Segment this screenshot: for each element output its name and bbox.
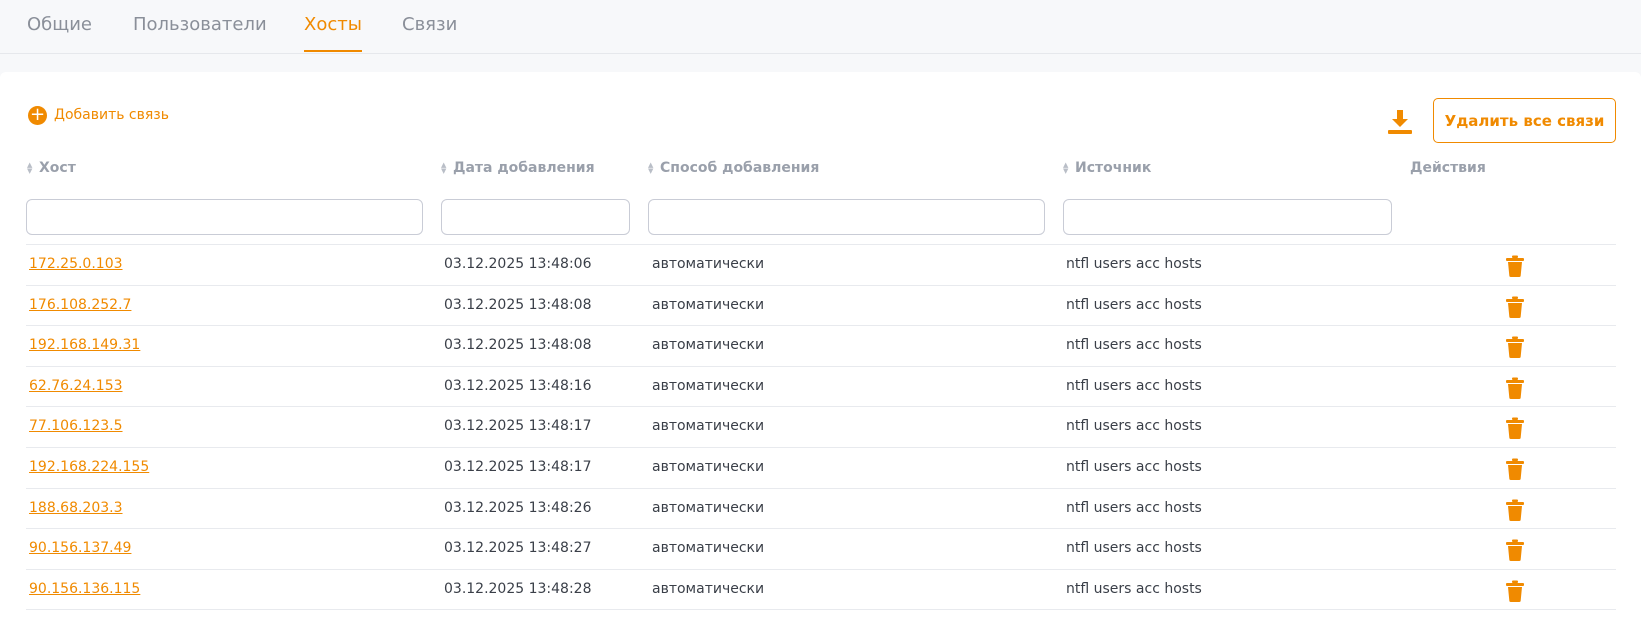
trash-icon[interactable] [1505,255,1525,277]
source-cell: ntfl users acc hosts [1066,499,1202,516]
table-row: 77.106.123.5 03.12.2025 13:48:17 автомат… [26,407,1616,448]
sort-icon: ▲ ▼ [27,161,33,175]
hosts-table-body: 172.25.0.103 03.12.2025 13:48:06 автомат… [26,244,1616,611]
date-cell: 03.12.2025 13:48:17 [444,418,592,435]
download-icon[interactable] [1386,108,1414,136]
source-cell: ntfl users acc hosts [1066,580,1202,597]
tab-hosts[interactable]: Хосты [304,14,362,52]
trash-icon[interactable] [1505,296,1525,318]
column-header-date[interactable]: ▲ ▼ Дата добавления [441,160,595,176]
trash-icon[interactable] [1505,417,1525,440]
tab-bar: Общие Пользователи Хосты Связи [0,0,1641,54]
source-cell: ntfl users acc hosts [1066,540,1202,557]
method-cell: автоматически [652,540,765,557]
date-cell: 03.12.2025 13:48:08 [444,337,592,354]
method-cell: автоматически [652,296,765,313]
filter-method-input[interactable] [648,199,1045,235]
table-row: 90.156.136.115 03.12.2025 13:48:28 автом… [26,570,1616,611]
host-link[interactable]: 172.25.0.103 [29,256,123,272]
column-header-source[interactable]: ▲ ▼ Источник [1063,160,1151,176]
plus-circle-icon: + [28,104,47,125]
table-row: 192.168.224.155 03.12.2025 13:48:17 авто… [26,448,1616,489]
tab-general[interactable]: Общие [27,14,92,52]
trash-icon[interactable] [1505,539,1525,562]
date-cell: 03.12.2025 13:48:17 [444,458,592,475]
trash-icon[interactable] [1505,458,1525,480]
trash-icon[interactable] [1505,580,1525,602]
table-row: 192.168.149.31 03.12.2025 13:48:08 автом… [26,326,1616,367]
host-link[interactable]: 90.156.136.115 [29,581,140,597]
method-cell: автоматически [652,418,765,435]
table-row: 62.76.24.153 03.12.2025 13:48:16 автомат… [26,367,1616,408]
method-cell: автоматически [652,377,765,394]
date-cell: 03.12.2025 13:48:28 [444,580,592,597]
host-link[interactable]: 62.76.24.153 [29,378,123,394]
date-cell: 03.12.2025 13:48:16 [444,377,592,394]
date-cell: 03.12.2025 13:48:06 [444,256,592,272]
sort-icon: ▲ ▼ [441,161,447,175]
table-row: 188.68.203.3 03.12.2025 13:48:26 автомат… [26,489,1616,530]
tab-users[interactable]: Пользователи [133,14,267,52]
source-cell: ntfl users acc hosts [1066,256,1202,272]
host-link[interactable]: 90.156.137.49 [29,540,131,556]
add-link-button[interactable]: + Добавить связь [28,105,169,125]
tab-links[interactable]: Связи [402,14,457,52]
date-cell: 03.12.2025 13:48:08 [444,296,592,313]
trash-icon[interactable] [1505,499,1525,521]
host-link[interactable]: 192.168.149.31 [29,337,140,353]
filter-date-input[interactable] [441,199,630,235]
delete-all-links-button[interactable]: Удалить все связи [1433,98,1616,143]
source-cell: ntfl users acc hosts [1066,418,1202,435]
add-link-label: Добавить связь [54,107,169,123]
trash-icon[interactable] [1505,377,1525,399]
date-cell: 03.12.2025 13:48:26 [444,499,592,516]
hosts-panel: + Добавить связь Удалить все связи ▲ ▼ Хо… [0,72,1641,628]
table-row: 176.108.252.7 03.12.2025 13:48:08 автома… [26,286,1616,327]
method-cell: автоматически [652,458,765,475]
method-cell: автоматически [652,256,765,272]
filter-host-input[interactable] [26,199,423,235]
date-cell: 03.12.2025 13:48:27 [444,540,592,557]
sort-icon: ▲ ▼ [648,161,654,175]
column-header-actions: Действия [1410,160,1486,176]
source-cell: ntfl users acc hosts [1066,458,1202,475]
source-cell: ntfl users acc hosts [1066,377,1202,394]
column-header-host[interactable]: ▲ ▼ Хост [27,160,76,176]
host-link[interactable]: 77.106.123.5 [29,418,123,434]
method-cell: автоматически [652,580,765,597]
method-cell: автоматически [652,499,765,516]
host-link[interactable]: 188.68.203.3 [29,500,123,516]
host-link[interactable]: 176.108.252.7 [29,297,131,313]
source-cell: ntfl users acc hosts [1066,296,1202,313]
trash-icon[interactable] [1505,336,1525,359]
table-row: 172.25.0.103 03.12.2025 13:48:06 автомат… [26,245,1616,286]
host-link[interactable]: 192.168.224.155 [29,459,149,475]
filter-source-input[interactable] [1063,199,1392,235]
method-cell: автоматически [652,337,765,354]
source-cell: ntfl users acc hosts [1066,337,1202,354]
column-header-method[interactable]: ▲ ▼ Способ добавления [648,160,819,176]
table-row: 90.156.137.49 03.12.2025 13:48:27 автома… [26,529,1616,570]
sort-icon: ▲ ▼ [1063,161,1069,175]
